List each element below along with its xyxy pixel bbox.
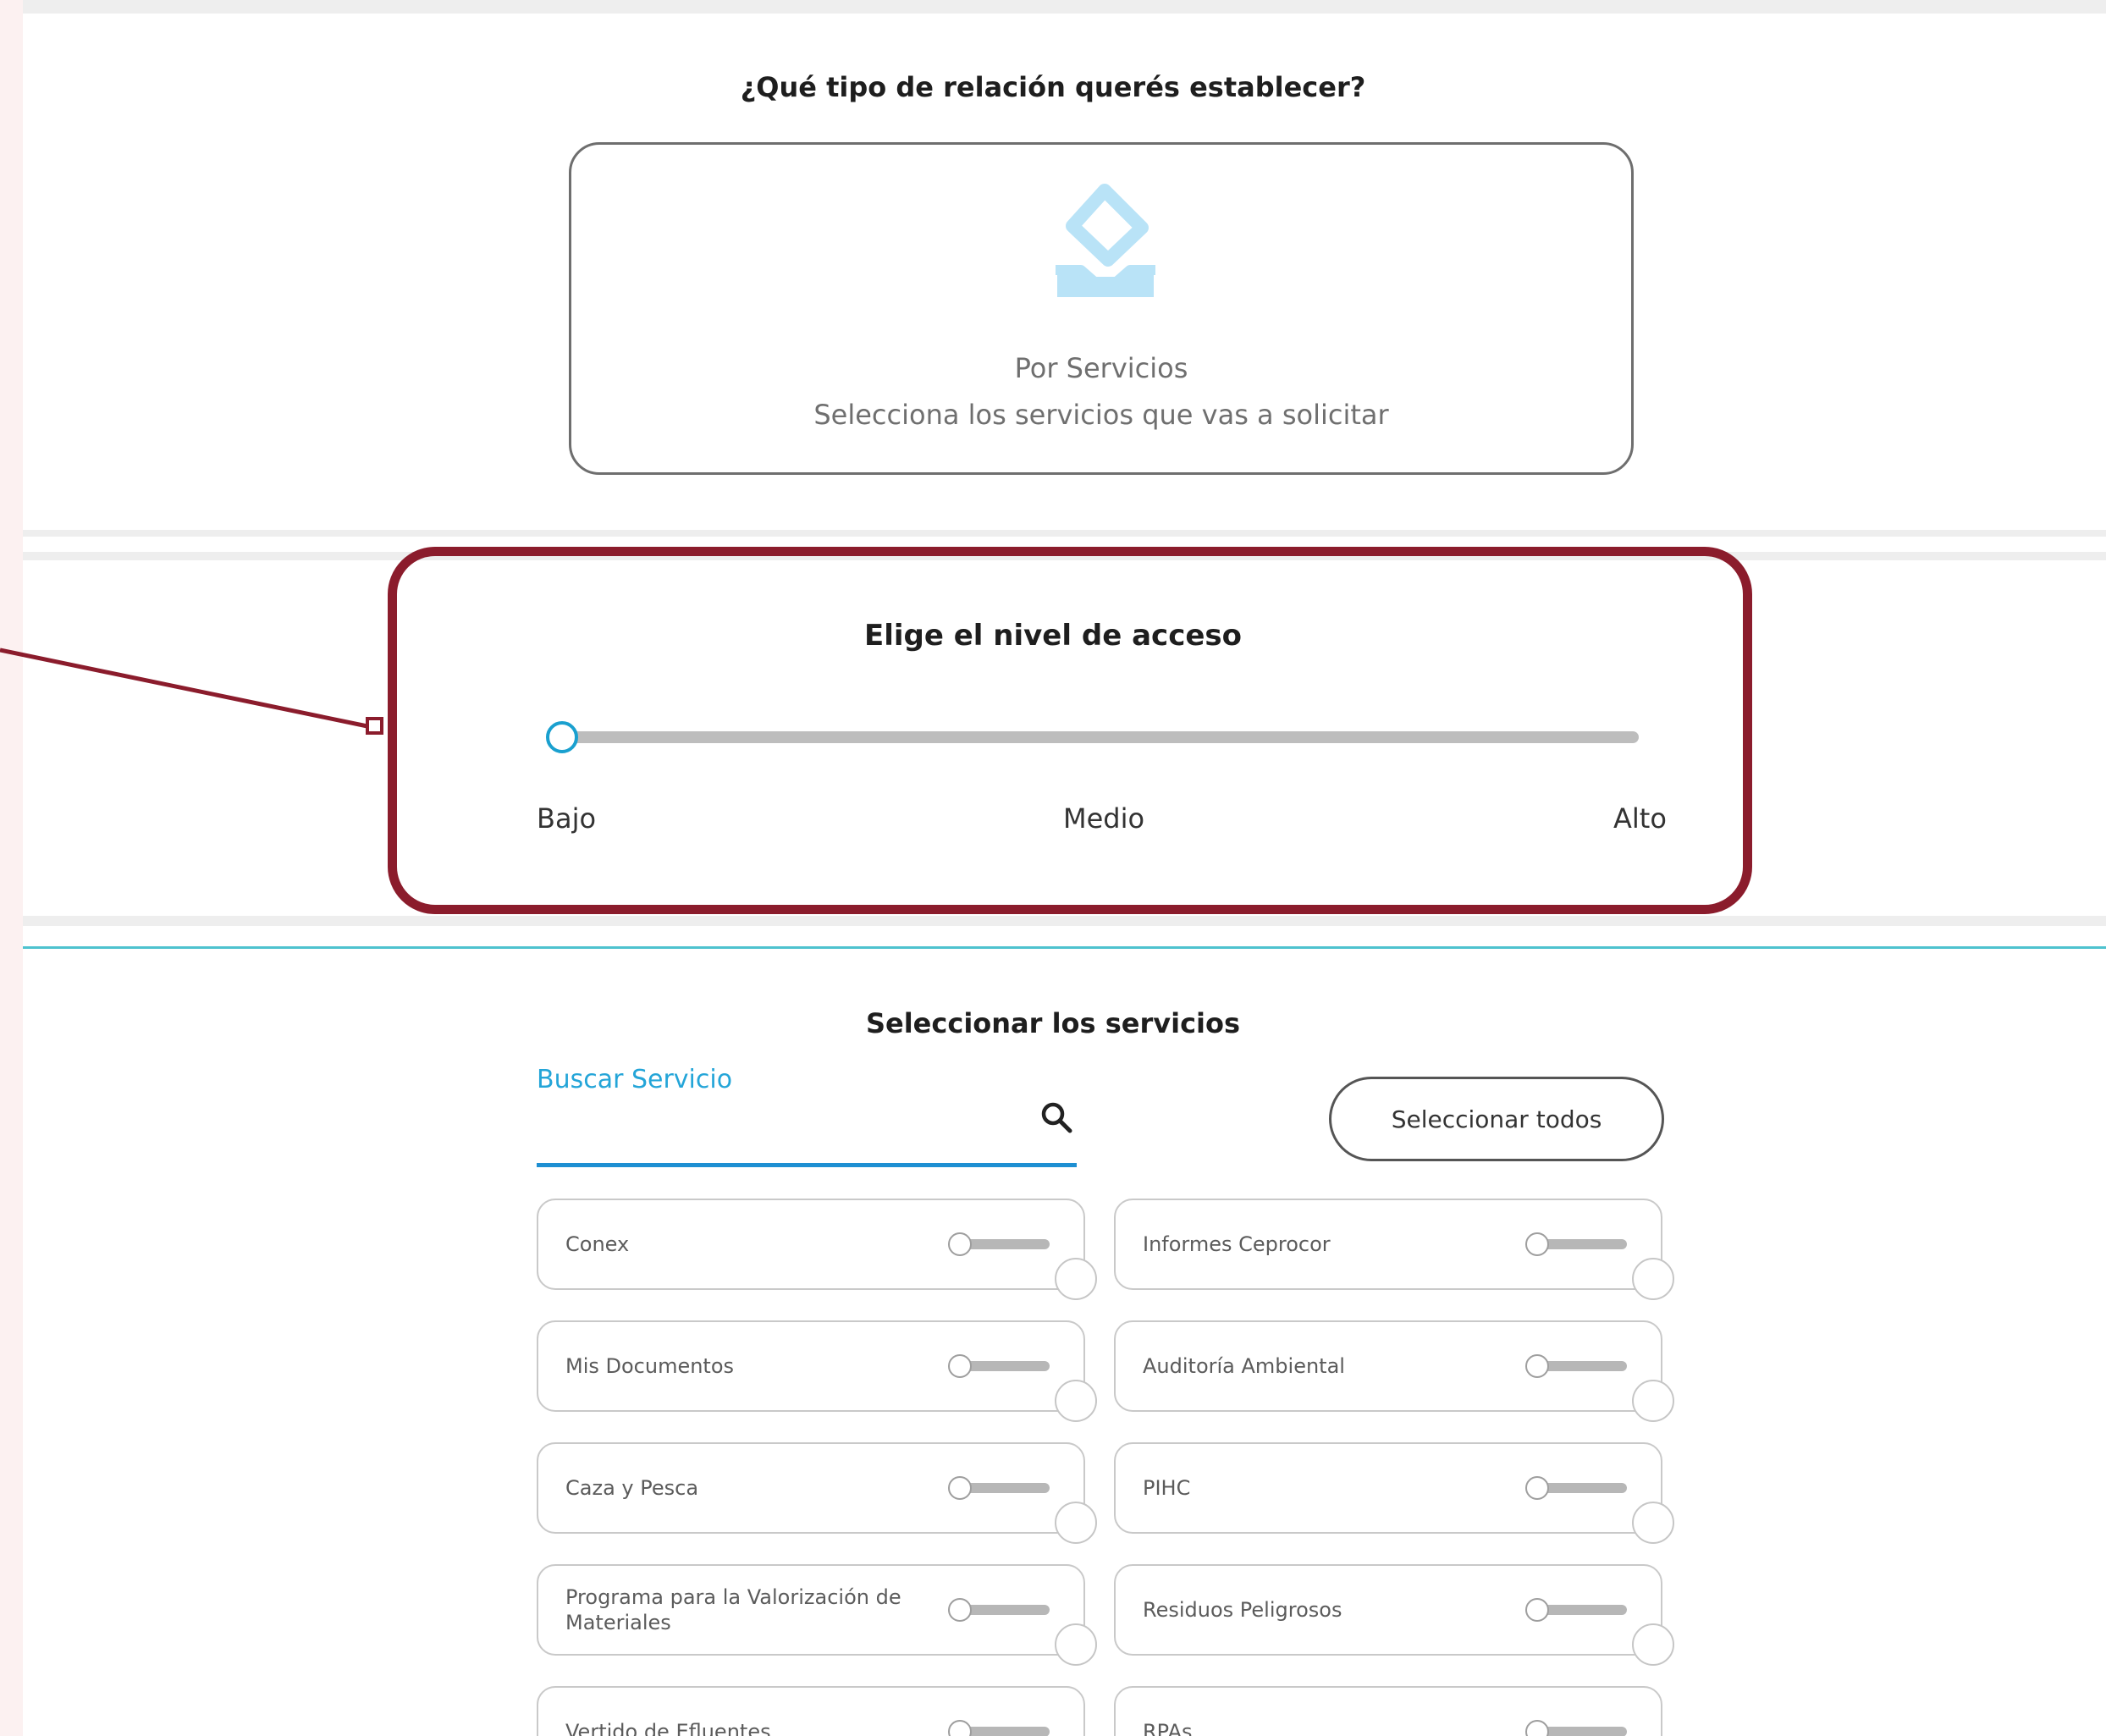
toggle-knob (948, 1476, 972, 1500)
service-card-caza-y-pesca[interactable]: Caza y Pesca (537, 1442, 1097, 1544)
service-card-programa-valorizacion[interactable]: Programa para la Valorización de Materia… (537, 1564, 1097, 1666)
card-title: Por Servicios (1014, 352, 1188, 384)
corner-circle (1632, 1258, 1674, 1300)
toggle-track (965, 1483, 1050, 1493)
service-name: PIHC (1143, 1476, 1191, 1500)
toggle-track (1542, 1727, 1627, 1736)
service-toggle[interactable] (948, 1231, 1053, 1259)
service-toggle[interactable] (1525, 1474, 1630, 1503)
corner-circle (1055, 1623, 1097, 1666)
corner-circle (1632, 1623, 1674, 1666)
service-toggle[interactable] (1525, 1231, 1630, 1259)
highlight-annotation-box (388, 547, 1752, 914)
corner-circle (1632, 1502, 1674, 1544)
toggle-track (1542, 1605, 1627, 1615)
toggle-knob (1525, 1720, 1549, 1736)
search-underline (537, 1163, 1077, 1167)
toggle-knob (948, 1232, 972, 1256)
service-card-mis-documentos[interactable]: Mis Documentos (537, 1320, 1097, 1422)
toggle-knob (1525, 1232, 1549, 1256)
corner-circle (1632, 1380, 1674, 1422)
service-name: Vertido de Efluentes (565, 1720, 771, 1736)
service-card-pihc[interactable]: PIHC (1114, 1442, 1674, 1544)
service-card-rpas[interactable]: RPAs (1114, 1686, 1662, 1736)
toggle-track (965, 1727, 1050, 1736)
service-toggle[interactable] (1525, 1596, 1630, 1625)
services-heading: Seleccionar los servicios (865, 1007, 1241, 1039)
service-toggle[interactable] (948, 1474, 1053, 1503)
service-card-residuos-peligrosos[interactable]: Residuos Peligrosos (1114, 1564, 1674, 1666)
service-name: Residuos Peligrosos (1143, 1598, 1342, 1622)
toggle-track (1542, 1361, 1627, 1371)
service-name: Caza y Pesca (565, 1476, 699, 1500)
service-name: RPAs (1143, 1720, 1193, 1736)
corner-circle (1055, 1380, 1097, 1422)
toggle-knob (1525, 1476, 1549, 1500)
corner-circle (1055, 1258, 1097, 1300)
annotation-pointer-line (0, 648, 383, 735)
service-name: Auditoría Ambiental (1143, 1354, 1345, 1378)
toggle-knob (948, 1720, 972, 1736)
inbox-tray-icon (1056, 184, 1155, 297)
toggle-knob (948, 1598, 972, 1622)
service-name: Informes Ceprocor (1143, 1232, 1331, 1256)
service-name: Mis Documentos (565, 1354, 735, 1378)
service-toggle[interactable] (1525, 1353, 1630, 1381)
service-card-vertido-de-efluentes[interactable]: Vertido de Efluentes (537, 1686, 1085, 1736)
toggle-knob (1525, 1598, 1549, 1622)
toggle-track (965, 1361, 1050, 1371)
toggle-track (965, 1605, 1050, 1615)
service-card-auditoria-ambiental[interactable]: Auditoría Ambiental (1114, 1320, 1674, 1422)
service-card-conex[interactable]: Conex (537, 1199, 1097, 1300)
service-name: Conex (565, 1232, 630, 1256)
service-toggle[interactable] (948, 1718, 1053, 1736)
search-icon[interactable] (1039, 1100, 1073, 1134)
section-accent-line (23, 946, 2106, 949)
service-toggle[interactable] (948, 1596, 1053, 1625)
service-toggle[interactable] (948, 1353, 1053, 1381)
section-divider (23, 916, 2106, 926)
service-card-informes-ceprocor[interactable]: Informes Ceprocor (1114, 1199, 1674, 1300)
toggle-track (965, 1239, 1050, 1249)
services-grid: Conex Informes Ceprocor Mis Documentos A… (537, 1199, 1674, 1736)
card-description: Selecciona los servicios que vas a solic… (813, 399, 1389, 431)
search-input[interactable] (537, 1100, 1028, 1148)
toggle-track (1542, 1483, 1627, 1493)
corner-circle (1055, 1502, 1097, 1544)
search-label: Buscar Servicio (537, 1065, 733, 1094)
toggle-knob (948, 1354, 972, 1378)
toggle-knob (1525, 1354, 1549, 1378)
service-name: Programa para la Valorización de Materia… (565, 1585, 901, 1634)
toggle-track (1542, 1239, 1627, 1249)
service-toggle[interactable] (1525, 1718, 1630, 1736)
select-all-button[interactable]: Seleccionar todos (1329, 1077, 1664, 1161)
relation-card-por-servicios[interactable]: Por Servicios Selecciona los servicios q… (569, 142, 1634, 475)
